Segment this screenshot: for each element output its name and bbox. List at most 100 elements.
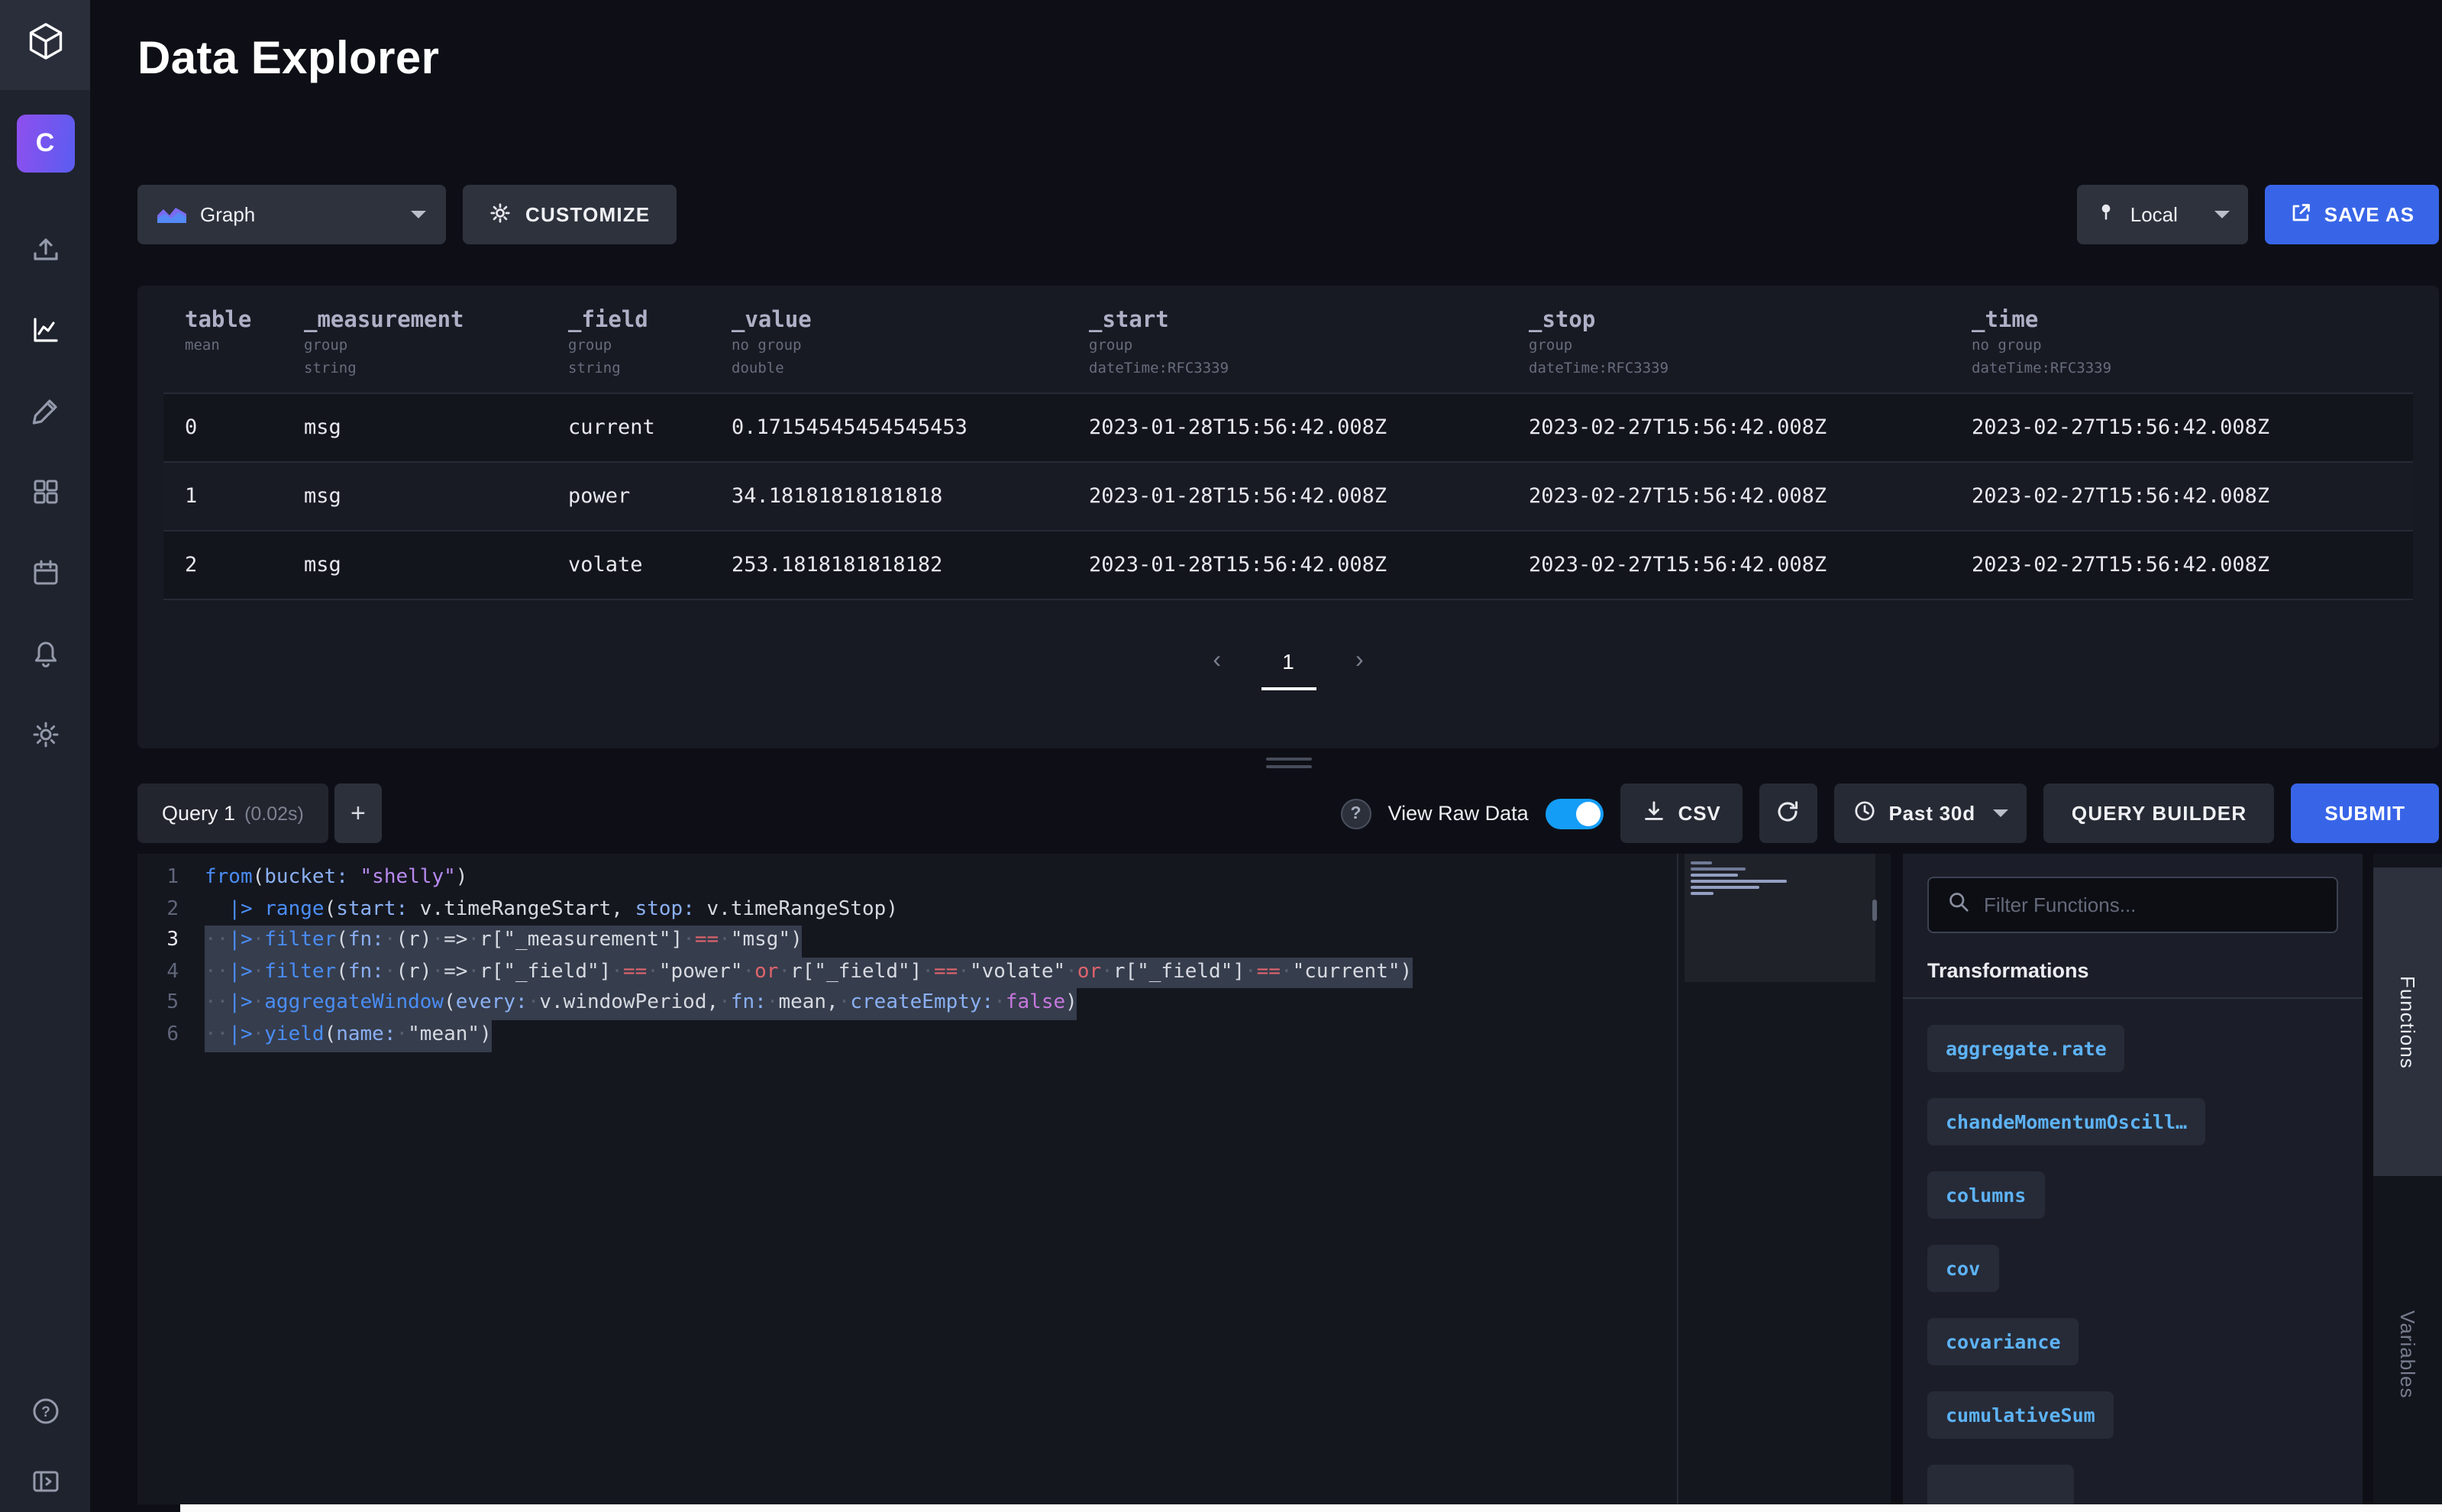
main-content: Data Explorer Graph [90, 0, 2442, 1512]
line-content: ··|>·yield(name:·"mean") [205, 1020, 492, 1052]
transformations-heading: Transformations [1903, 959, 2363, 999]
line-number: 4 [137, 958, 205, 989]
column-header-_start[interactable]: _startgroupdateTime:RFC3339 [1089, 309, 1529, 393]
save-as-button[interactable]: SAVE AS [2265, 185, 2439, 244]
code-line[interactable]: 4··|>·filter(fn:·(r)·=>·r["_field"]·==·"… [137, 958, 1891, 989]
page-number[interactable]: 1 [1261, 649, 1316, 690]
data-explorer-graph-icon[interactable] [30, 315, 60, 345]
line-content: ··|>·filter(fn:·(r)·=>·r["_measurement"]… [205, 926, 803, 957]
table-cell: 2023-02-27T15:56:42.008Z [1972, 415, 2413, 440]
line-content: |> range(start: v.timeRangeStart, stop: … [205, 894, 898, 926]
upload-icon[interactable] [30, 234, 60, 264]
functions-list: aggregate.rate chandeMomentumOscill… colum… [1903, 999, 2363, 1504]
line-content: ··|>·filter(fn:·(r)·=>·r["_field"]·==·"p… [205, 958, 1412, 989]
local-dropdown[interactable]: Local [2077, 185, 2248, 244]
view-toolbar: Graph CUSTOMIZE [137, 185, 2439, 244]
customize-button[interactable]: CUSTOMIZE [463, 185, 676, 244]
raw-data-help-icon[interactable]: ? [1341, 798, 1371, 829]
code-lines: 1from(bucket: "shelly")2 |> range(start:… [137, 863, 1891, 1052]
dashboards-grid-icon[interactable] [30, 477, 60, 507]
table-cell: 2 [163, 553, 304, 577]
column-header-table[interactable]: tablemean [163, 309, 304, 393]
code-line[interactable]: 3··|>·filter(fn:·(r)·=>·r["_measurement"… [137, 926, 1891, 957]
code-line[interactable]: 1from(bucket: "shelly") [137, 863, 1891, 894]
refresh-button[interactable] [1759, 783, 1817, 843]
view-toolbar-left: Graph CUSTOMIZE [137, 185, 676, 244]
function-pill[interactable]: aggregate.rate [1927, 1025, 2125, 1072]
org-avatar[interactable]: C [16, 115, 74, 173]
code-line[interactable]: 5··|>·aggregateWindow(every:·v.windowPer… [137, 989, 1891, 1020]
pin-icon [2095, 202, 2117, 228]
minimap-line [1691, 880, 1787, 883]
code-line[interactable]: 2 |> range(start: v.timeRangeStart, stop… [137, 894, 1891, 926]
function-pill-partial[interactable] [1927, 1465, 2074, 1504]
minimap-lines [1691, 861, 1787, 895]
alerts-bell-icon[interactable] [30, 638, 60, 669]
table-row: 0msgcurrent0.171545454545454532023-01-28… [163, 393, 2413, 461]
table-cell: 2023-01-28T15:56:42.008Z [1089, 553, 1529, 577]
query-actions: ? View Raw Data CSV [1341, 783, 2439, 843]
tasks-calendar-icon[interactable] [30, 557, 60, 588]
refresh-icon [1775, 798, 1801, 829]
expand-sidebar-icon[interactable] [30, 1466, 60, 1497]
minimap-line [1691, 867, 1746, 871]
function-search-box[interactable] [1927, 877, 2338, 933]
notebooks-edit-icon[interactable] [30, 396, 60, 426]
influxdb-logo-icon [25, 21, 65, 69]
view-raw-toggle[interactable] [1546, 798, 1604, 829]
table-cell: 2023-02-27T15:56:42.008Z [1529, 553, 1972, 577]
column-header-_time[interactable]: _timeno groupdateTime:RFC3339 [1972, 309, 2413, 393]
function-search-input[interactable] [1984, 893, 2318, 916]
query-tab[interactable]: Query 1 (0.02s) [137, 783, 328, 843]
query-builder-button[interactable]: QUERY BUILDER [2044, 783, 2274, 843]
table-cell: 2023-02-27T15:56:42.008Z [1529, 415, 1972, 440]
add-query-button[interactable]: + [334, 783, 382, 843]
gear-icon [489, 201, 512, 228]
flux-editor[interactable]: 1from(bucket: "shelly")2 |> range(start:… [137, 854, 1891, 1504]
line-number: 5 [137, 989, 205, 1020]
tab-functions[interactable]: Functions [2373, 867, 2442, 1176]
table-cell: 1 [163, 484, 304, 509]
tab-variables[interactable]: Variables [2373, 1292, 2442, 1417]
query-tabs: Query 1 (0.02s) + [137, 783, 382, 843]
submit-button[interactable]: SUBMIT [2291, 783, 2439, 843]
column-header-_stop[interactable]: _stopgroupdateTime:RFC3339 [1529, 309, 1972, 393]
next-page-button[interactable]: › [1355, 649, 1364, 674]
search-icon [1947, 890, 1970, 920]
influxdb-logo-button[interactable] [0, 0, 90, 90]
function-pill[interactable]: chandeMomentumOscill… [1927, 1098, 2205, 1145]
column-header-_value[interactable]: _valueno groupdouble [732, 309, 1089, 393]
save-as-label: SAVE AS [2324, 203, 2415, 226]
time-range-dropdown[interactable]: Past 30d [1834, 783, 2027, 843]
function-pill[interactable]: columns [1927, 1171, 2044, 1219]
clock-icon [1852, 799, 1877, 828]
right-tab-strip: Functions Variables [2373, 854, 2442, 1504]
table-cell: volate [568, 553, 732, 577]
table-cell: 2023-02-27T15:56:42.008Z [1972, 484, 2413, 509]
settings-gear-icon[interactable] [30, 719, 60, 750]
table-cell: 0 [163, 415, 304, 440]
prev-page-button[interactable]: ‹ [1213, 649, 1221, 674]
table-cell: 2023-01-28T15:56:42.008Z [1089, 484, 1529, 509]
minimap-line [1691, 861, 1712, 864]
function-pill[interactable]: cov [1927, 1245, 1998, 1292]
help-icon[interactable]: ? [30, 1396, 60, 1426]
view-toolbar-right: Local SAVE AS [2077, 185, 2439, 244]
view-raw-data-label: View Raw Data [1388, 802, 1529, 825]
code-line[interactable]: 6··|>·yield(name:·"mean") [137, 1020, 1891, 1052]
resize-drag-handle[interactable] [137, 758, 2439, 768]
function-pill[interactable]: cumulativeSum [1927, 1391, 2114, 1439]
line-number: 1 [137, 863, 205, 894]
avatar-initial: C [36, 128, 55, 159]
pagination: ‹ 1 › [163, 649, 2413, 690]
function-pill[interactable]: covariance [1927, 1318, 2079, 1365]
table-cell: 0.17154545454545453 [732, 415, 1089, 440]
editor-scrollbar-thumb[interactable] [1872, 900, 1877, 921]
column-header-_field[interactable]: _fieldgroupstring [568, 309, 732, 393]
column-header-_measurement[interactable]: _measurementgroupstring [304, 309, 568, 393]
table-body: 0msgcurrent0.171545454545454532023-01-28… [163, 393, 2413, 600]
table-cell: 34.18181818181818 [732, 484, 1089, 509]
view-type-dropdown[interactable]: Graph [137, 185, 446, 244]
csv-download-button[interactable]: CSV [1620, 783, 1743, 843]
table-row: 1msgpower34.181818181818182023-01-28T15:… [163, 461, 2413, 530]
